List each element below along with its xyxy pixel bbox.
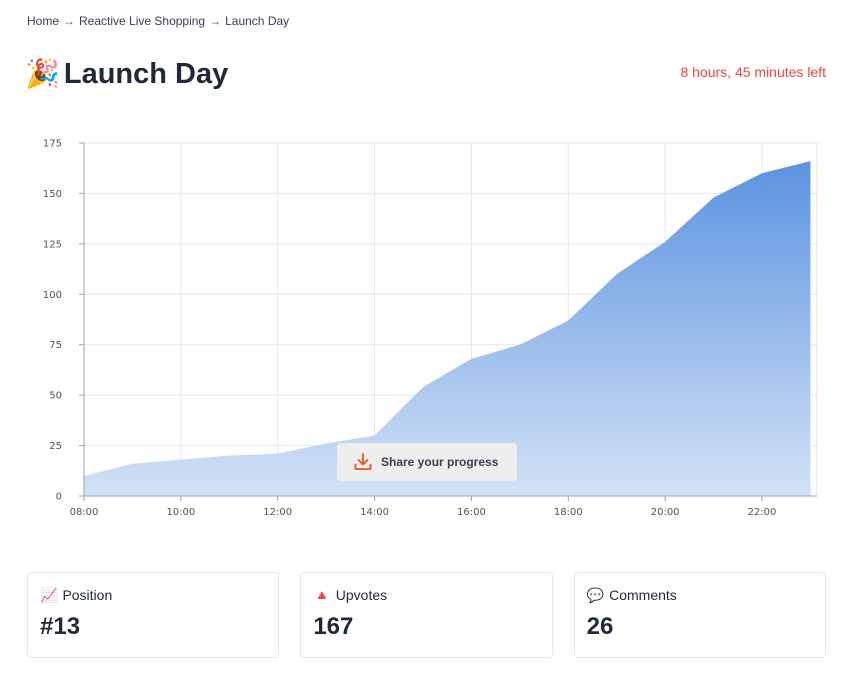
breadcrumb-project-link[interactable]: Reactive Live Shopping: [79, 14, 205, 28]
page-title-text: Launch Day: [63, 57, 229, 90]
breadcrumb: Home → Reactive Live Shopping → Launch D…: [27, 14, 289, 28]
download-icon: [354, 453, 372, 470]
x-tick-label: 16:00: [457, 507, 486, 518]
upvotes-label: Upvotes: [335, 587, 388, 603]
party-popper-icon: 🎉: [25, 58, 60, 89]
time-remaining: 8 hours, 45 minutes left: [680, 64, 826, 80]
y-tick-label: 0: [56, 492, 62, 503]
x-tick-label: 08:00: [70, 507, 99, 518]
x-tick-label: 12:00: [263, 507, 292, 518]
stats-cards: 📈 Position #13 🔺 Upvotes 167 💬 Comments …: [27, 572, 826, 658]
red-triangle-icon: 🔺: [313, 587, 331, 603]
x-tick-label: 10:00: [166, 507, 195, 518]
breadcrumb-separator: →: [209, 14, 222, 28]
y-tick-label: 150: [43, 189, 62, 200]
upvotes-card: 🔺 Upvotes 167: [300, 572, 553, 658]
chart-increasing-icon: 📈: [40, 587, 58, 603]
y-tick-label: 25: [49, 441, 62, 452]
share-progress-button[interactable]: Share your progress: [337, 443, 517, 481]
x-tick-label: 18:00: [554, 507, 583, 518]
y-tick-label: 175: [43, 139, 62, 150]
position-label: Position: [62, 587, 113, 603]
breadcrumb-separator: →: [63, 14, 76, 28]
position-value: #13: [40, 613, 81, 640]
breadcrumb-home-link[interactable]: Home: [27, 14, 59, 28]
title-row: 🎉 Launch Day 8 hours, 45 minutes left: [25, 52, 826, 96]
breadcrumb-current: Launch Day: [225, 14, 290, 28]
comments-card-header: 💬 Comments: [587, 587, 813, 603]
speech-balloon-icon: 💬: [586, 587, 605, 603]
page-title: 🎉 Launch Day: [25, 58, 228, 91]
comments-card: 💬 Comments 26: [573, 572, 826, 658]
y-tick-label: 75: [49, 340, 62, 351]
y-tick-label: 50: [49, 391, 62, 402]
y-tick-label: 125: [43, 239, 62, 250]
share-progress-label: Share your progress: [381, 455, 499, 469]
x-tick-label: 22:00: [748, 507, 777, 518]
y-tick-label: 100: [43, 290, 62, 301]
upvotes-card-header: 🔺 Upvotes: [313, 587, 539, 603]
x-tick-label: 20:00: [651, 507, 680, 518]
x-tick-label: 14:00: [360, 507, 389, 518]
position-card-header: 📈 Position: [40, 587, 266, 603]
upvotes-value: 167: [313, 613, 354, 640]
position-card: 📈 Position #13: [27, 572, 280, 658]
comments-value: 26: [586, 613, 614, 640]
comments-label: Comments: [609, 587, 677, 603]
